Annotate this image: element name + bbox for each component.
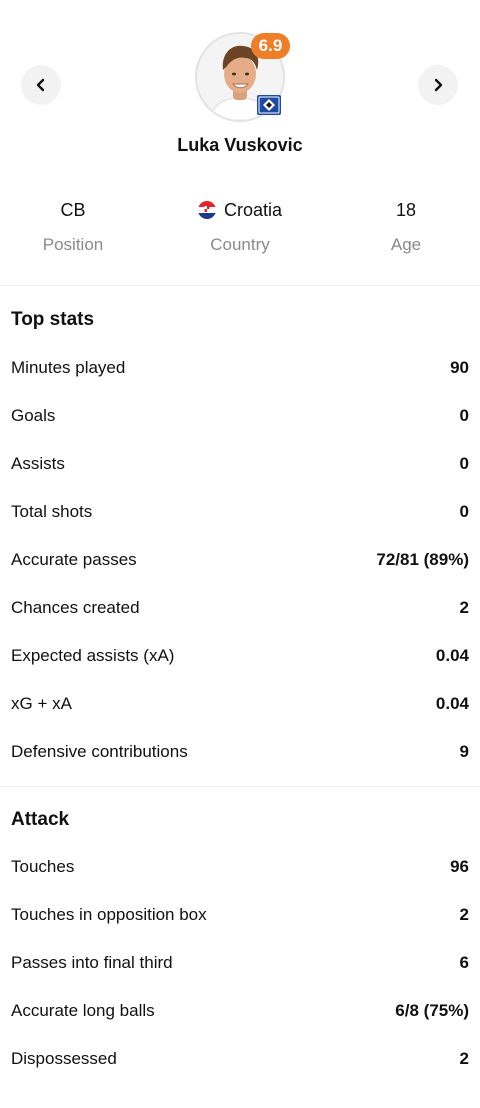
stat-label: xG + xA [11,694,72,713]
stat-value: 6 [459,953,469,972]
stat-label: Goals [11,406,56,425]
stat-label: Defensive contributions [11,742,188,761]
stat-label: Touches [11,857,75,876]
stat-label: Accurate passes [11,550,137,569]
stat-value: 2 [459,905,469,924]
player-match-stats-page: 6.9 Luka Vuskovic CB Position Croatia Co… [0,0,480,1108]
stat-label: Accurate long balls [11,1001,155,1020]
stat-row: Dispossessed 2 [11,1049,469,1097]
stat-label: Total shots [11,502,93,521]
croatia-flag-icon [197,201,216,219]
stat-value: 0 [459,454,469,473]
stat-label: Assists [11,454,65,473]
stat-row: Defensive contributions 9 [11,742,469,790]
stat-value: 0.04 [435,646,469,665]
stat-value: 72/81 (89%) [376,550,469,569]
stat-value: 9 [459,742,469,761]
age-label: Age [390,235,422,254]
stat-value: 90 [450,358,469,377]
next-player-button[interactable] [418,65,458,105]
stat-value: 0 [459,502,469,521]
stat-label: Chances created [11,598,140,617]
stat-row: Total shots 0 [11,502,469,550]
stat-label: Passes into final third [11,953,173,972]
stat-row: Chances created 2 [11,598,469,646]
position-label: Position [42,235,104,254]
stat-value: 2 [459,1049,469,1068]
country-label: Country [210,235,270,254]
stat-value: 0 [459,406,469,425]
stat-label: Touches in opposition box [11,905,207,924]
section-title: Attack [11,809,70,830]
age-text: 18 [395,199,417,220]
stat-row: Accurate passes 72/81 (89%) [11,550,469,598]
stat-row: Goals 0 [11,406,469,454]
age-info: 18 Age [326,199,480,255]
stat-label: Minutes played [11,358,126,377]
chevron-left-icon [36,78,45,92]
country-value: Croatia [160,199,320,221]
stat-row: Minutes played 90 [11,358,469,406]
stat-value: 2 [459,598,469,617]
stat-row: Expected assists (xA) 0.04 [11,646,469,694]
attack-section: Attack Touches 96 Touches in opposition bo… [0,787,480,1097]
stat-row: Assists 0 [11,454,469,502]
club-crest-icon [257,95,281,115]
stat-row: Accurate long balls 6/8 (75%) [11,1001,469,1049]
attack-stats-list: Touches 96 Touches in opposition box 2 Passe… [11,857,469,1097]
country-text: Croatia [223,199,283,220]
player-name: Luka Vuskovic [177,135,303,155]
position-info: CB Position [0,199,153,255]
chevron-right-icon [434,78,443,92]
stat-label: Expected assists (xA) [11,646,175,665]
position-value: CB [0,199,153,221]
stat-row: Touches 96 [11,857,469,905]
stat-row: Passes into final third 6 [11,953,469,1001]
age-value: 18 [326,199,480,221]
section-title: Top stats [11,309,95,330]
player-header: 6.9 Luka Vuskovic CB Position Croatia Co… [0,0,480,285]
stat-row: xG + xA 0.04 [11,694,469,742]
position-text: CB [60,199,86,220]
rating-badge: 6.9 [251,33,290,59]
stat-value: 0.04 [435,694,469,713]
previous-player-button[interactable] [21,65,61,105]
player-avatar-container: 6.9 [195,32,290,122]
country-info: Croatia Country [160,199,320,255]
stat-row: Touches in opposition box 2 [11,905,469,953]
top-stats-list: Minutes played 90 Goals 0 Assists 0 Total shot… [11,358,469,790]
stat-value: 6/8 (75%) [395,1001,469,1020]
stat-value: 96 [450,857,469,876]
top-stats-section: Top stats Minutes played 90 Goals 0 Assists 0… [0,286,480,790]
stat-label: Dispossessed [11,1049,117,1068]
